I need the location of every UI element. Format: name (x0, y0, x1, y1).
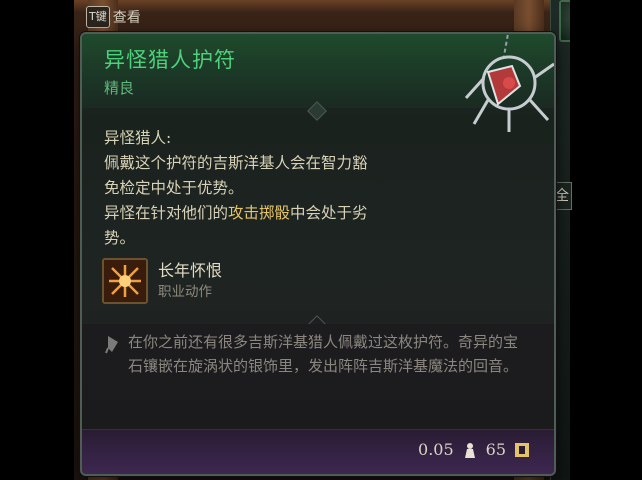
effect-line: 免检定中处于优势。 (104, 179, 244, 197)
amulet-slot-icon (515, 442, 529, 457)
item-name: 异怪猎人护符 (104, 48, 236, 72)
item-effect: 异怪猎人: 佩戴这个护符的吉斯洋基人会在智力豁 免检定中处于优势。 异怪在针对他… (104, 126, 404, 251)
effect-line: 佩戴这个护符的吉斯洋基人会在智力豁 (104, 154, 368, 172)
action-text: 长年怀恨 职业动作 (158, 260, 222, 302)
view-hint[interactable]: T键 查看 (86, 6, 141, 28)
effect-text: 中会处于劣 (290, 204, 368, 222)
effect-text: 异怪在针对他们的 (104, 204, 229, 222)
tooltip-footer: 0.05 65 (82, 429, 554, 474)
quill-icon (105, 336, 118, 354)
weight-icon (464, 442, 475, 458)
keyboard-key-t: T键 (86, 6, 110, 28)
attack-roll-keyword[interactable]: 攻击掷骰 (228, 204, 290, 222)
lore-text: 在你之前还有很多吉斯洋基猎人佩戴过这枚护符。奇异的宝石镶嵌在旋涡状的银饰里，发出… (128, 333, 519, 375)
item-rarity: 精良 (104, 79, 135, 97)
view-label: 查看 (112, 10, 141, 26)
item-lore: 在你之前还有很多吉斯洋基猎人佩戴过这枚护符。奇异的宝石镶嵌在旋涡状的银饰里，发出… (82, 324, 554, 432)
item-weight: 0.05 (418, 440, 454, 459)
effect-title: 异怪猎人: (104, 129, 172, 147)
amulet-icon (464, 34, 554, 132)
ceiling-beam (74, 0, 570, 12)
game-screen: T键 查看 全 异怪猎人护符 精良 异怪猎人: 佩戴这个护符的吉斯洋基人会在智力… (0, 0, 642, 480)
grudge-action-icon (102, 258, 148, 304)
action-name: 长年怀恨 (158, 261, 223, 280)
equipment-slot-amulet[interactable] (559, 0, 570, 42)
effect-line: 势。 (104, 229, 136, 247)
effect-line: 异怪在针对他们的攻击掷骰中会处于劣 (104, 201, 404, 226)
action-type: 职业动作 (158, 284, 212, 300)
item-tooltip: 异怪猎人护符 精良 异怪猎人: 佩戴这个护符的吉斯洋基人会在智力豁 免检定中处于… (80, 32, 556, 476)
tooltip-header: 异怪猎人护符 精良 (82, 34, 554, 132)
item-value: 65 (485, 440, 506, 459)
item-stats: 0.05 65 (418, 440, 530, 459)
class-action[interactable]: 长年怀恨 职业动作 (102, 258, 222, 304)
